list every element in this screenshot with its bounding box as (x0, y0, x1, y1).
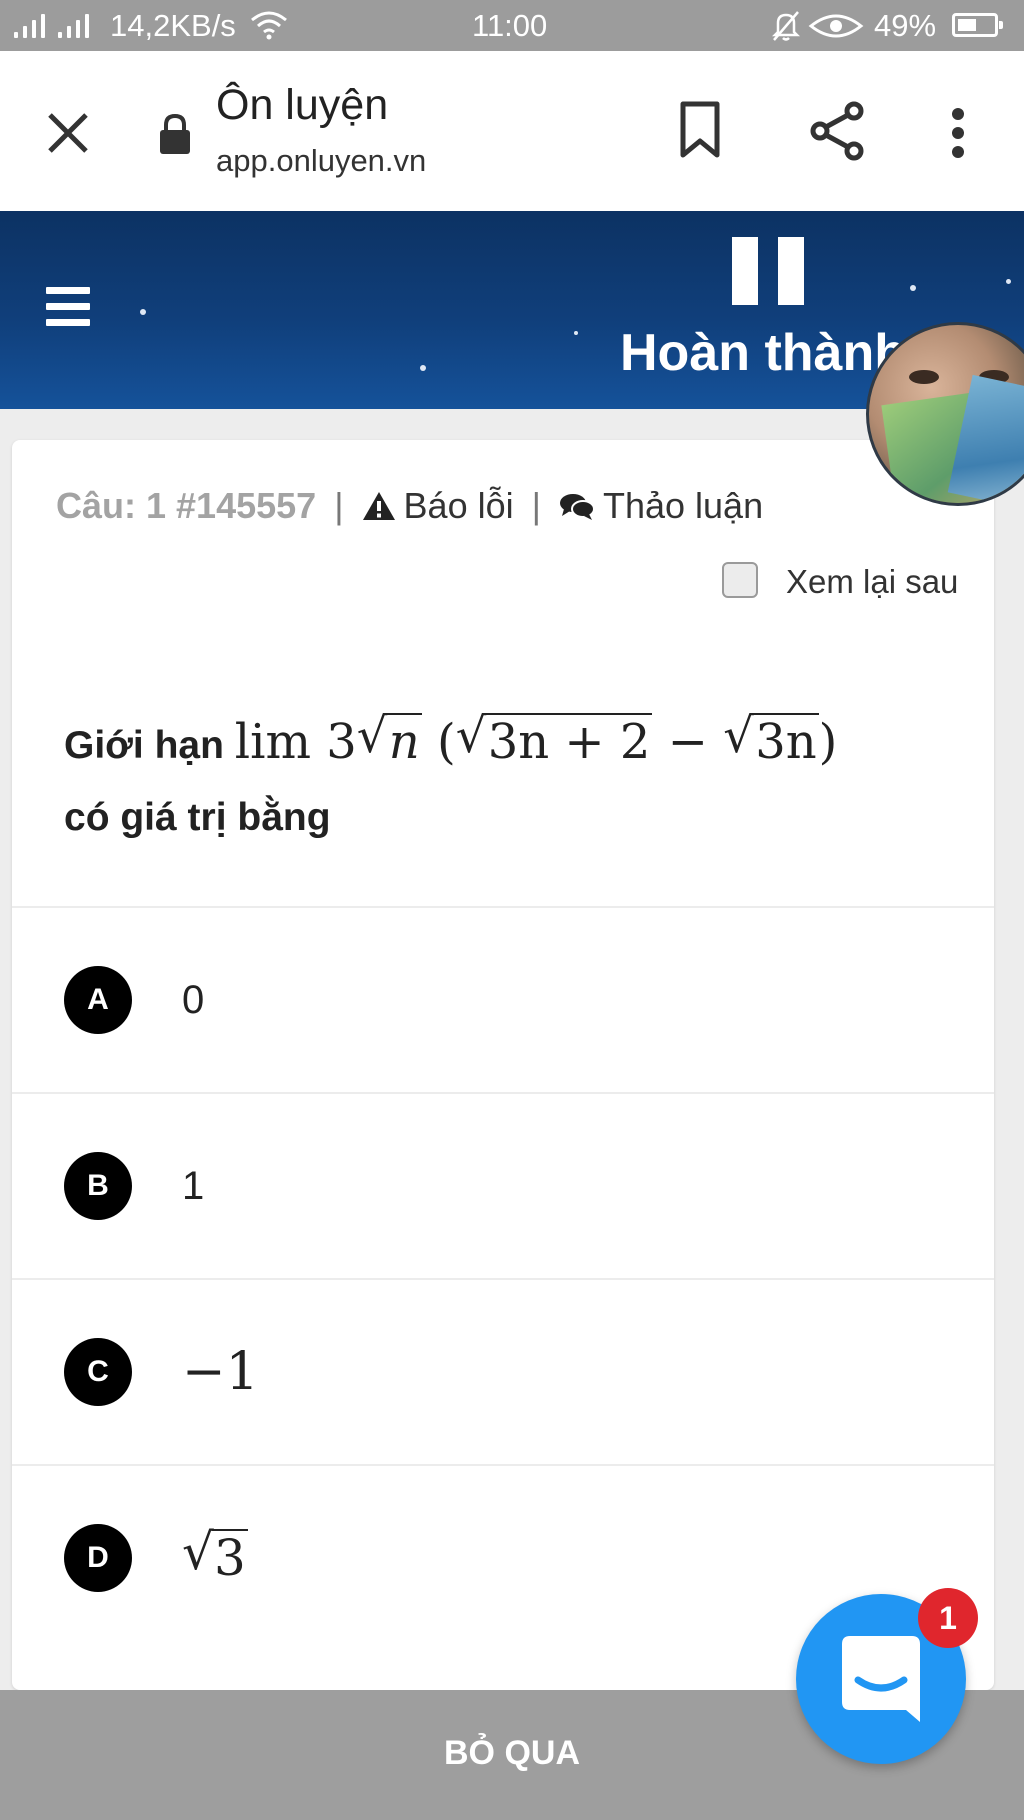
star-decoration (420, 365, 426, 371)
mute-icon (772, 11, 800, 41)
sqrt-n: √ n (356, 708, 422, 770)
math-sqrt-b: 3n (753, 713, 819, 770)
close-icon[interactable] (46, 111, 90, 155)
eye-icon (808, 14, 864, 38)
lock-icon (160, 113, 190, 154)
share-icon[interactable] (808, 101, 866, 161)
battery-icon (952, 13, 1003, 37)
status-bar: 14,2KB/s 11:00 49% (0, 0, 1024, 51)
page-title: Ôn luyện (216, 81, 389, 129)
math-lim: lim (234, 714, 311, 770)
chat-icon (842, 1636, 920, 1722)
question-prefix: Giới hạn (64, 724, 224, 767)
star-decoration (140, 309, 146, 315)
question-formula: lim 3 √ n (√ 3n + 2 − √ 3n) (234, 708, 838, 770)
math-open-paren: ( (436, 714, 456, 770)
choice-c[interactable]: C −1 (12, 1280, 994, 1464)
choice-d-radicand: 3 (212, 1529, 248, 1587)
question-number: Câu: 1 #145557 (56, 485, 317, 526)
sqrt-3n: √ 3n (723, 708, 819, 770)
wifi-icon (251, 11, 287, 40)
notification-badge: 1 (918, 1588, 978, 1648)
choice-value: √ 3 (182, 1523, 248, 1590)
warning-icon (362, 492, 395, 520)
discuss-label: Thảo luận (602, 485, 764, 526)
choice-letter: B (64, 1152, 132, 1220)
quiz-header: Hoàn thành (0, 211, 1024, 409)
report-error-label: Báo lỗi (403, 485, 514, 526)
question-card: Câu: 1 #145557 | Báo lỗi | Thảo luận Xem lại… (12, 440, 994, 1690)
signal-icon (14, 12, 52, 38)
question-meta: Câu: 1 #145557 | Báo lỗi | Thảo luận (56, 484, 763, 528)
more-vert-icon[interactable] (950, 107, 966, 159)
separator: | (334, 485, 344, 526)
math-minus: − (667, 714, 708, 770)
math-coef: 3 (326, 714, 357, 770)
finish-button[interactable]: Hoàn thành (620, 323, 906, 383)
sqrt-3: √ 3 (182, 1523, 248, 1587)
math-n: n (388, 714, 420, 770)
clock: 11:00 (472, 8, 548, 43)
menu-icon[interactable] (46, 287, 90, 327)
separator: | (531, 485, 541, 526)
choice-letter: D (64, 1524, 132, 1592)
choice-value: −1 (182, 1342, 259, 1402)
star-decoration (574, 331, 578, 335)
choice-b[interactable]: B 1 (12, 1094, 994, 1278)
review-later-label: Xem lại sau (786, 563, 959, 600)
choice-letter: C (64, 1338, 132, 1406)
math-sqrt-a: 3n + 2 (485, 713, 653, 770)
battery-percent: 49% (874, 8, 937, 43)
star-decoration (1006, 279, 1011, 284)
star-decoration (910, 285, 916, 291)
sqrt-3n-plus-2: √ 3n + 2 (455, 708, 653, 770)
review-later-checkbox[interactable] (722, 562, 758, 598)
pause-icon[interactable] (732, 237, 804, 305)
choice-a[interactable]: A 0 (12, 908, 994, 1092)
report-error-link[interactable]: Báo lỗi (362, 485, 514, 526)
discuss-link[interactable]: Thảo luận (559, 485, 763, 526)
network-speed: 14,2KB/s (110, 8, 236, 43)
choice-value: 0 (182, 978, 205, 1022)
comments-icon (559, 494, 595, 520)
page-url[interactable]: app.onluyen.vn (216, 143, 426, 179)
question-text: Giới hạn lim 3 √ n (√ 3n + 2 − √ 3n) có giá … (64, 706, 964, 854)
math-close-paren: ) (818, 714, 838, 770)
avatar-eye (909, 370, 939, 384)
choice-value: 1 (182, 1164, 205, 1208)
signal-icon (58, 12, 96, 38)
choice-letter: A (64, 966, 132, 1034)
browser-toolbar: Ôn luyện app.onluyen.vn (0, 51, 1024, 211)
bookmark-icon[interactable] (678, 101, 722, 159)
question-suffix: có giá trị bằng (64, 796, 331, 839)
